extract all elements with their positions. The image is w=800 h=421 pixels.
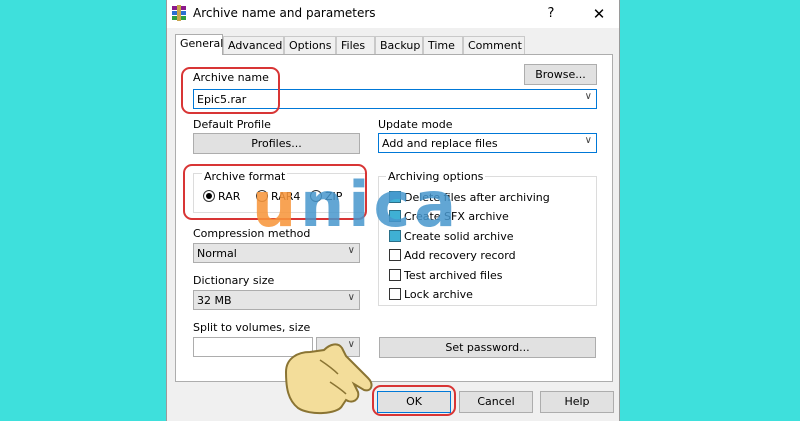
browse-button[interactable]: Browse... — [524, 64, 597, 85]
tab-advanced[interactable]: Advanced — [223, 36, 284, 54]
option-delete-files[interactable]: Delete files after archiving — [389, 191, 550, 204]
checkbox[interactable] — [389, 288, 401, 300]
radio-rar4-label: RAR4 — [271, 190, 301, 203]
compression-method-value: Normal — [197, 247, 237, 260]
tab-comment[interactable]: Comment — [463, 36, 525, 54]
radio-button[interactable] — [203, 190, 215, 202]
checkbox[interactable] — [389, 230, 401, 242]
option-label: Create solid archive — [404, 230, 514, 243]
title-bar: Archive name and parameters ? ✕ — [167, 0, 619, 28]
ok-button[interactable]: OK — [377, 391, 451, 413]
set-password-button[interactable]: Set password... — [379, 337, 596, 358]
radio-button[interactable] — [256, 190, 268, 202]
tab-options[interactable]: Options — [284, 36, 336, 54]
default-profile-label: Default Profile — [193, 118, 271, 131]
general-panel: Archive name Browse... Epic5.rar ∨ Defau… — [175, 54, 613, 382]
option-label: Create SFX archive — [404, 210, 509, 223]
archive-format-label: Archive format — [202, 170, 288, 183]
dictionary-size-select[interactable]: 32 MB ∨ — [193, 290, 360, 310]
option-label: Lock archive — [404, 288, 473, 301]
winrar-icon — [172, 5, 186, 21]
tab-backup[interactable]: Backup — [375, 36, 423, 54]
dictionary-size-value: 32 MB — [197, 294, 232, 307]
archive-name-label: Archive name — [193, 71, 269, 84]
help-button[interactable]: Help — [540, 391, 614, 413]
checkbox[interactable] — [389, 249, 401, 261]
archive-name-input[interactable]: Epic5.rar ∨ — [193, 89, 597, 109]
dictionary-size-label: Dictionary size — [193, 274, 275, 287]
tab-time[interactable]: Time — [423, 36, 463, 54]
option-label: Delete files after archiving — [404, 191, 550, 204]
radio-rar-label: RAR — [218, 190, 241, 203]
checkbox[interactable] — [389, 269, 401, 281]
update-mode-label: Update mode — [378, 118, 453, 131]
archive-dialog: Archive name and parameters ? ✕ General … — [166, 0, 620, 421]
option-lock-archive[interactable]: Lock archive — [389, 288, 473, 301]
tab-files[interactable]: Files — [336, 36, 375, 54]
profiles-button[interactable]: Profiles... — [193, 133, 360, 154]
update-mode-select[interactable]: Add and replace files ∨ — [378, 133, 597, 153]
radio-rar4[interactable]: RAR4 — [256, 190, 300, 203]
radio-button[interactable] — [310, 190, 322, 202]
pointing-hand-icon — [284, 343, 373, 414]
radio-rar[interactable]: RAR — [203, 190, 240, 203]
checkbox[interactable] — [389, 191, 401, 203]
tab-general[interactable]: General — [175, 34, 223, 55]
checkbox[interactable] — [389, 210, 401, 222]
chevron-down-icon[interactable]: ∨ — [348, 292, 355, 303]
option-label: Test archived files — [404, 269, 503, 282]
archiving-options-label: Archiving options — [386, 170, 486, 183]
archive-name-value: Epic5.rar — [197, 93, 247, 106]
close-button[interactable]: ✕ — [585, 3, 613, 25]
compression-method-select[interactable]: Normal ∨ — [193, 243, 360, 263]
chevron-down-icon[interactable]: ∨ — [585, 91, 592, 102]
radio-zip-label: ZIP — [325, 190, 343, 203]
option-create-solid[interactable]: Create solid archive — [389, 230, 513, 243]
update-mode-value: Add and replace files — [382, 137, 498, 150]
option-label: Add recovery record — [404, 249, 516, 262]
help-title-button[interactable]: ? — [537, 3, 565, 25]
chevron-down-icon[interactable]: ∨ — [585, 135, 592, 146]
window-title: Archive name and parameters — [193, 6, 376, 20]
option-create-sfx[interactable]: Create SFX archive — [389, 210, 509, 223]
option-test-files[interactable]: Test archived files — [389, 269, 503, 282]
chevron-down-icon[interactable]: ∨ — [348, 245, 355, 256]
compression-method-label: Compression method — [193, 227, 311, 240]
cancel-button[interactable]: Cancel — [459, 391, 533, 413]
radio-zip[interactable]: ZIP — [310, 190, 342, 203]
option-recovery-record[interactable]: Add recovery record — [389, 249, 516, 262]
